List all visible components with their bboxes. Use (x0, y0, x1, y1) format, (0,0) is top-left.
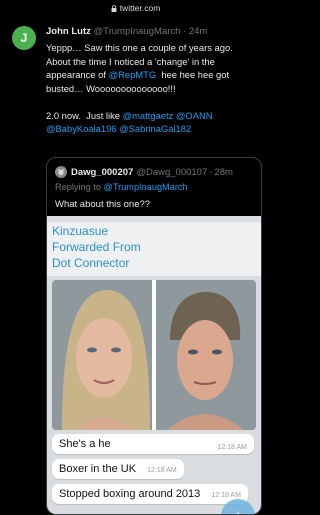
url-text: twitter.com (119, 3, 161, 13)
forward-sender: Kinzuasue (52, 224, 109, 238)
tweet-line: Yeppp… Saw this one a couple of years ag… (46, 42, 233, 53)
avatar-letter: J (20, 31, 28, 45)
tweet-text-segment: hee hee hee got (156, 69, 230, 80)
tweet-text: Yeppp… Saw this one a couple of years ag… (46, 41, 262, 136)
mention-oann[interactable]: @OANN (176, 110, 213, 121)
quoted-author-name[interactable]: Dawg_000207 (71, 167, 133, 178)
avatar[interactable]: J (12, 26, 36, 50)
dog-avatar-icon (57, 168, 65, 176)
author-handle[interactable]: @TrumpInaugMarch (94, 26, 181, 37)
portrait-illustration (52, 280, 256, 430)
tweet-text-segment: 2.0 now. Just like (46, 109, 123, 121)
quoted-author-handle[interactable]: @Dawg_000107 (136, 167, 207, 178)
tweet-line: About the time I noticed a 'change' in t… (46, 55, 215, 67)
forwarded-label: Forwarded From (52, 240, 141, 254)
replying-to: Replying to @TrumpInaugMarch (55, 182, 188, 192)
separator-dot: · (183, 26, 187, 37)
mention-mattgaetz[interactable]: @mattgaetz (123, 110, 174, 121)
tweet-text-segment: appearance of (46, 69, 109, 80)
browser-url-bar[interactable]: twitter.com (0, 0, 271, 16)
quoted-avatar[interactable] (55, 166, 67, 178)
forwarded-header: Kinzuasue Forwarded From Dot Connector (47, 222, 261, 276)
chat-message-time: 12:18 AM (217, 444, 247, 451)
chat-message-text: Stopped boxing around 2013 (59, 488, 201, 500)
forward-source: Dot Connector (52, 256, 130, 270)
chat-message-text: She's a he (59, 438, 111, 450)
quoted-tweet-text: What about this one?? (55, 199, 151, 210)
mention-babykoala196[interactable]: @BabyKoala196 (46, 123, 117, 134)
separator-dot: · (209, 166, 213, 178)
tweet-time[interactable]: 24m (189, 26, 207, 37)
tweet-line: 2.0 now. Just like @mattgaetz @OANN (46, 109, 262, 123)
mention-repmtg[interactable]: @RepMTG (109, 69, 157, 80)
tweet-line: busted… Woooooooooooooo!!! (46, 82, 176, 94)
author-name[interactable]: John Lutz (46, 26, 91, 37)
mention-sabrinagal182[interactable]: @SabrinaGal182 (119, 123, 191, 134)
wave-icon (236, 512, 240, 514)
chat-message-time: 12:18 AM (211, 492, 241, 499)
chat-message: She's a he 12:18 AM (52, 434, 254, 454)
tweet-line: @BabyKoala196 @SabrinaGal182 (46, 122, 262, 136)
replying-handle[interactable]: @TrumpInaugMarch (104, 182, 188, 192)
chat-message-time: 12:18 AM (147, 467, 177, 474)
quoted-tweet[interactable]: Dawg_000207 @Dawg_000107 · 28m Replying … (46, 157, 262, 515)
quoted-tweet-time[interactable]: 28m (214, 167, 232, 178)
quoted-tweet-header: Dawg_000207 @Dawg_000107 · 28m (55, 166, 255, 178)
tweet-line: appearance of @RepMTG hee hee hee got (46, 68, 262, 82)
portrait-photo (52, 280, 256, 430)
line-break (46, 95, 262, 109)
chat-message: Boxer in the UK 12:18 AM (52, 459, 184, 479)
chat-message-text: Boxer in the UK (59, 463, 137, 475)
replying-label: Replying to (55, 182, 104, 192)
lock-icon (111, 4, 117, 12)
tweet-header: John Lutz @TrumpInaugMarch · 24m (46, 26, 266, 37)
quoted-media-image[interactable]: Kinzuasue Forwarded From Dot Connector S… (47, 216, 261, 514)
chat-message: Stopped boxing around 2013 12:18 AM (52, 484, 248, 504)
